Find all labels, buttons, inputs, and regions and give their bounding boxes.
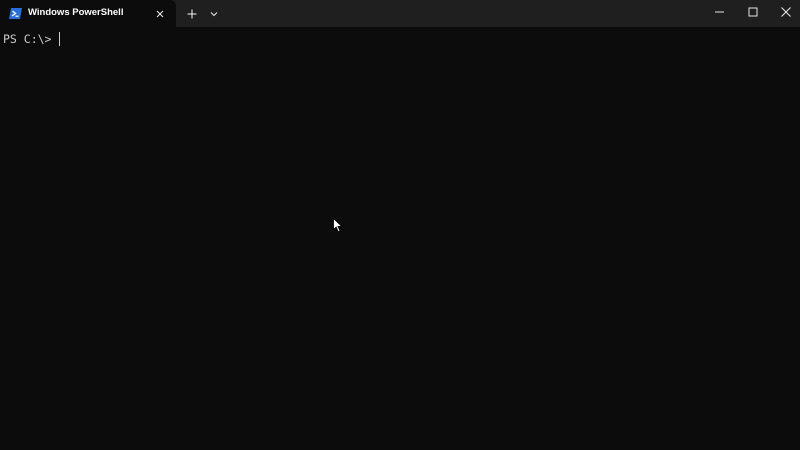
prompt-text: PS C:\> <box>3 32 59 46</box>
minimize-icon[interactable] <box>712 4 728 20</box>
tab-title: Windows PowerShell <box>28 7 124 18</box>
window-close-icon[interactable] <box>778 4 794 20</box>
chevron-down-icon[interactable] <box>206 6 222 22</box>
powershell-icon <box>9 8 22 19</box>
prompt-line: PS C:\> <box>3 32 61 46</box>
tab-windows-powershell[interactable]: Windows PowerShell <box>0 0 176 27</box>
terminal-content[interactable]: PS C:\> <box>0 27 800 450</box>
text-cursor <box>59 32 61 46</box>
tab-close-icon[interactable] <box>152 6 168 22</box>
new-tab-plus-icon[interactable] <box>184 6 200 22</box>
title-bar[interactable]: Windows PowerShell <box>0 0 800 27</box>
maximize-icon[interactable] <box>745 4 761 20</box>
mouse-pointer-icon <box>333 218 343 233</box>
terminal-window: Windows PowerShell PS C:\> <box>0 0 800 450</box>
